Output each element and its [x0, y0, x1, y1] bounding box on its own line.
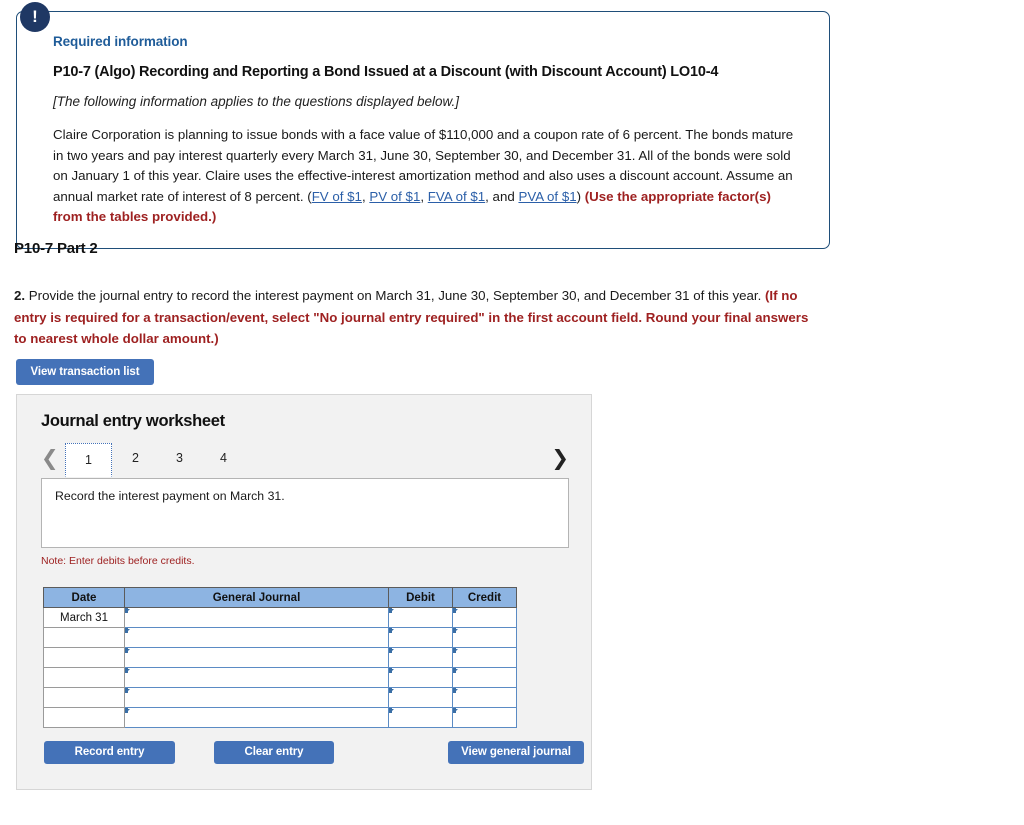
cell-debit[interactable] [388, 647, 453, 668]
cell-debit[interactable] [388, 707, 453, 728]
required-information-box: Required information P10-7 (Algo) Record… [16, 11, 830, 250]
problem-body: Claire Corporation is planning to issue … [53, 125, 803, 228]
cell-date[interactable] [43, 667, 125, 688]
worksheet-tab-4[interactable]: 4 [200, 443, 247, 473]
cell-date[interactable]: March 31 [43, 607, 125, 628]
link-fv-of-1[interactable]: FV of $1 [312, 189, 362, 204]
journal-entry-table: Date General Journal Debit Credit March … [43, 587, 517, 728]
cell-credit[interactable] [452, 607, 517, 628]
applies-note: [The following information applies to th… [53, 94, 459, 109]
cell-general-journal[interactable] [124, 607, 389, 628]
required-information-label: Required information [53, 34, 188, 49]
link-pv-of-1[interactable]: PV of $1 [369, 189, 420, 204]
column-header-debit: Debit [388, 587, 453, 608]
cell-general-journal[interactable] [124, 707, 389, 728]
table-row [43, 627, 517, 648]
link-pva-of-1[interactable]: PVA of $1 [518, 189, 576, 204]
cell-debit[interactable] [388, 687, 453, 708]
table-row [43, 707, 517, 728]
cell-debit[interactable] [388, 627, 453, 648]
cell-debit[interactable] [388, 607, 453, 628]
required-information-callout: ! Required information P10-7 (Algo) Reco… [16, 2, 830, 250]
cell-general-journal[interactable] [124, 627, 389, 648]
cell-general-journal[interactable] [124, 687, 389, 708]
table-header-row: Date General Journal Debit Credit [43, 587, 517, 608]
cell-credit[interactable] [452, 647, 517, 668]
cell-date[interactable] [43, 627, 125, 648]
table-row [43, 687, 517, 708]
view-general-journal-button[interactable]: View general journal [448, 741, 584, 764]
cell-general-journal[interactable] [124, 667, 389, 688]
clear-entry-button[interactable]: Clear entry [214, 741, 334, 764]
cell-date[interactable] [43, 707, 125, 728]
exclamation-icon: ! [20, 2, 50, 32]
transaction-description: Record the interest payment on March 31. [41, 478, 569, 548]
cell-credit[interactable] [452, 687, 517, 708]
body-separator-2: , [420, 188, 428, 204]
cell-credit[interactable] [452, 627, 517, 648]
link-fva-of-1[interactable]: FVA of $1 [428, 189, 485, 204]
cell-credit[interactable] [452, 707, 517, 728]
worksheet-tabs: ❮ 1 2 3 4 ❯ [41, 443, 569, 477]
record-entry-button[interactable]: Record entry [44, 741, 175, 764]
column-header-general-journal: General Journal [124, 587, 389, 608]
view-transaction-list-button[interactable]: View transaction list [16, 359, 154, 385]
question-text: Provide the journal entry to record the … [25, 288, 765, 303]
chevron-right-icon[interactable]: ❯ [551, 445, 569, 471]
body-close-paren: ) [576, 188, 585, 204]
worksheet-title: Journal entry worksheet [41, 412, 225, 430]
cell-date[interactable] [43, 647, 125, 668]
worksheet-tab-3[interactable]: 3 [156, 443, 203, 473]
problem-title: P10-7 (Algo) Recording and Reporting a B… [53, 64, 719, 80]
question-number: 2. [14, 288, 26, 303]
column-header-date: Date [43, 587, 125, 608]
body-separator-3: , and [485, 188, 519, 204]
table-row [43, 667, 517, 688]
worksheet-tab-2[interactable]: 2 [112, 443, 159, 473]
column-header-credit: Credit [452, 587, 517, 608]
cell-general-journal[interactable] [124, 647, 389, 668]
journal-entry-worksheet-panel: Journal entry worksheet ❮ 1 2 3 4 ❯ Reco… [16, 394, 592, 790]
debits-before-credits-note: Note: Enter debits before credits. [41, 555, 195, 567]
worksheet-tab-1[interactable]: 1 [65, 443, 112, 477]
cell-date[interactable] [43, 687, 125, 708]
part-heading: P10-7 Part 2 [14, 240, 98, 257]
table-row: March 31 [43, 607, 517, 628]
cell-credit[interactable] [452, 667, 517, 688]
question-prompt: 2. Provide the journal entry to record t… [14, 285, 814, 350]
chevron-left-icon[interactable]: ❮ [41, 445, 59, 471]
table-row [43, 647, 517, 668]
cell-debit[interactable] [388, 667, 453, 688]
